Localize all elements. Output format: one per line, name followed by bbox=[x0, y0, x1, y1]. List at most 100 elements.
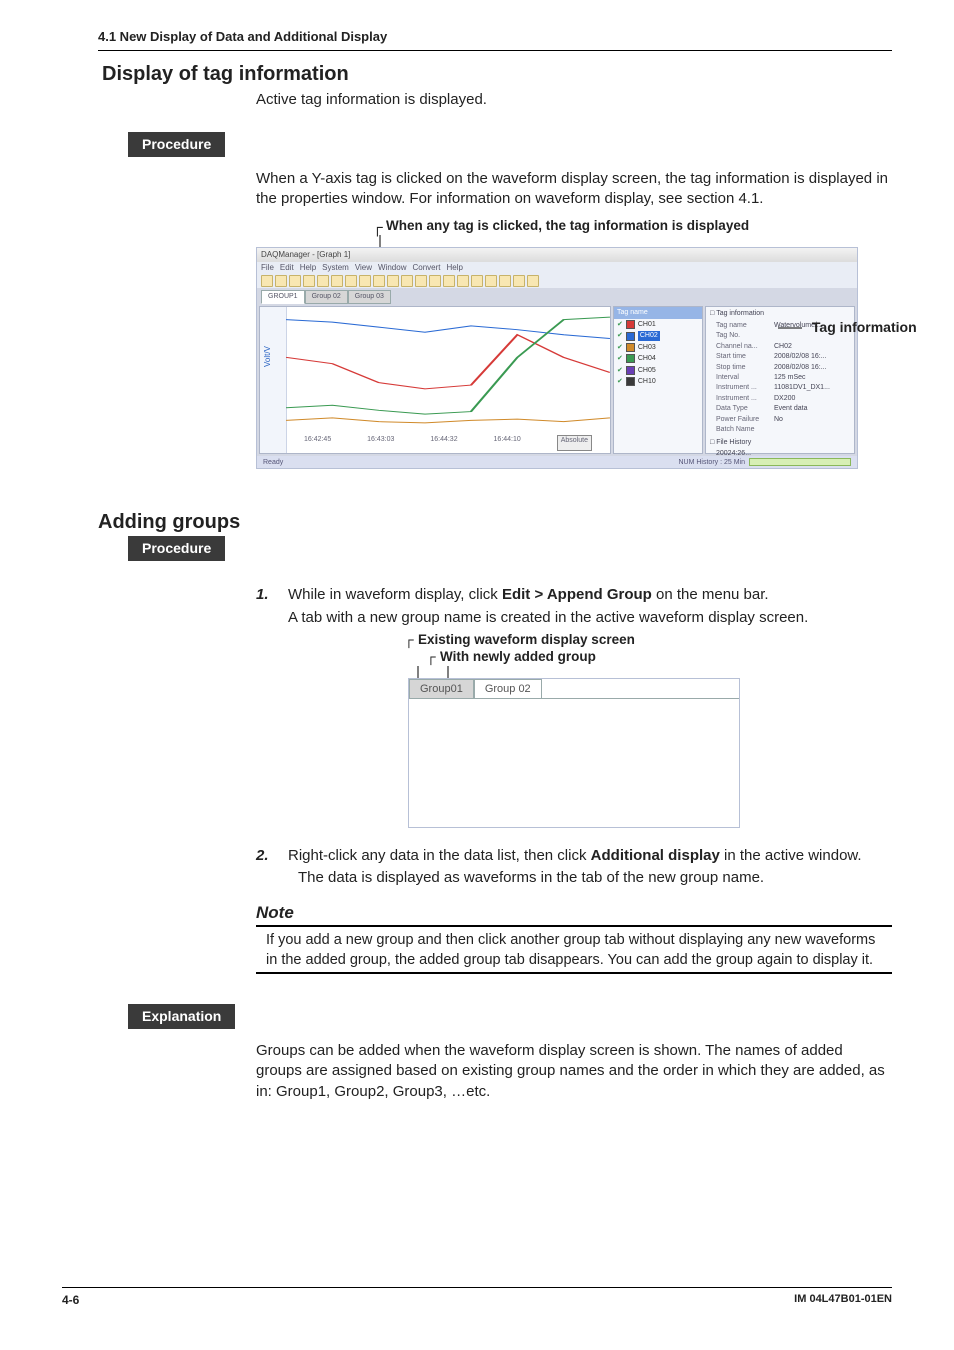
toolbar-button[interactable] bbox=[471, 275, 483, 287]
y-axis-label: Volt/V bbox=[263, 347, 274, 368]
group-tab-1[interactable]: GROUP1 bbox=[261, 290, 305, 303]
divider bbox=[256, 925, 892, 927]
toolbar-button[interactable] bbox=[317, 275, 329, 287]
divider bbox=[256, 972, 892, 974]
x-axis-ticks: 16:42:45 16:43:03 16:44:32 16:44:10 Abso… bbox=[286, 435, 610, 451]
channel-list-header: Tag name bbox=[614, 307, 702, 318]
x-tick: 16:42:45 bbox=[304, 435, 331, 451]
toolbar-button[interactable] bbox=[373, 275, 385, 287]
step-text: Right-click any data in the data list, t… bbox=[288, 847, 591, 864]
toolbar-button[interactable] bbox=[387, 275, 399, 287]
tag-info-row: Data TypeEvent data bbox=[706, 404, 854, 414]
toolbar-button[interactable] bbox=[331, 275, 343, 287]
tag-info-row: Stop time2008/02/08 16:... bbox=[706, 363, 854, 373]
x-tick: 16:44:10 bbox=[494, 435, 521, 451]
page-number: 4-6 bbox=[62, 1292, 79, 1308]
channel-row[interactable]: ✔CH04 bbox=[614, 353, 702, 364]
waveform-panel[interactable]: Volt/V 16:42:45 16:43:03 16:44:32 16:44:… bbox=[259, 306, 611, 454]
menu-edit[interactable]: Edit bbox=[280, 263, 294, 274]
tag-info-row: Power FailureNo bbox=[706, 415, 854, 425]
menu-bar[interactable]: File Edit Help System View Window Conver… bbox=[257, 262, 857, 274]
channel-row[interactable]: ✔CH02 bbox=[614, 330, 702, 341]
step-text: on the menu bar. bbox=[652, 586, 769, 603]
y-axis[interactable]: Volt/V bbox=[260, 307, 287, 453]
menu-view[interactable]: View bbox=[355, 263, 372, 274]
explanation-label: Explanation bbox=[128, 1004, 235, 1029]
step-text: While in waveform display, click bbox=[288, 586, 502, 603]
menu-convert[interactable]: Convert bbox=[412, 263, 440, 274]
toolbar-button[interactable] bbox=[359, 275, 371, 287]
toolbar-button[interactable] bbox=[401, 275, 413, 287]
plot-area[interactable] bbox=[286, 307, 610, 433]
status-left: Ready bbox=[263, 458, 283, 467]
group-tab-2[interactable]: Group 02 bbox=[305, 290, 348, 303]
fig2-caption-1: Existing waveform display screen bbox=[418, 632, 635, 647]
tag-info-row: Batch Name bbox=[706, 425, 854, 435]
toolbar-button[interactable] bbox=[457, 275, 469, 287]
toolbar-button[interactable] bbox=[415, 275, 427, 287]
step-menu-path: Edit > Append Group bbox=[502, 586, 652, 603]
channel-row[interactable]: ✔CH01 bbox=[614, 319, 702, 330]
toolbar-button[interactable] bbox=[527, 275, 539, 287]
toolbar-button[interactable] bbox=[513, 275, 525, 287]
doc-id: IM 04L47B01-01EN bbox=[794, 1292, 892, 1308]
x-tick: 16:44:32 bbox=[430, 435, 457, 451]
group-tab-3[interactable]: Group 03 bbox=[348, 290, 391, 303]
status-progress bbox=[749, 458, 851, 466]
fig1-screenshot: DAQManager - [Graph 1] File Edit Help Sy… bbox=[256, 247, 858, 469]
toolbar-button[interactable] bbox=[429, 275, 441, 287]
x-mode-button[interactable]: Absolute bbox=[557, 435, 592, 451]
step-number: 2. bbox=[256, 846, 274, 889]
toolbar-button[interactable] bbox=[261, 275, 273, 287]
step-subtext: A tab with a new group name is created i… bbox=[288, 608, 892, 628]
x-tick: 16:43:03 bbox=[367, 435, 394, 451]
step-number: 1. bbox=[256, 585, 274, 628]
status-right: NUM History : 25 Min bbox=[678, 458, 745, 467]
channel-list[interactable]: Tag name ✔CH01✔CH02✔CH03✔CH04✔CH05✔CH10 bbox=[613, 306, 703, 454]
step-text: in the active window. bbox=[720, 847, 862, 864]
menu-help2[interactable]: Help bbox=[446, 263, 462, 274]
fig2-tab-2[interactable]: Group 02 bbox=[474, 679, 542, 699]
divider bbox=[98, 50, 892, 51]
status-bar: Ready NUM History : 25 Min bbox=[257, 456, 857, 468]
step-2: 2. Right-click any data in the data list… bbox=[256, 846, 892, 889]
step-1: 1. While in waveform display, click Edit… bbox=[256, 585, 892, 628]
section-title-tag-info: Display of tag information bbox=[102, 61, 892, 88]
section-title-adding-groups: Adding groups bbox=[98, 509, 892, 536]
toolbar-button[interactable] bbox=[345, 275, 357, 287]
menu-file[interactable]: File bbox=[261, 263, 274, 274]
fig2-tabs[interactable]: Group01 Group 02 bbox=[409, 679, 542, 699]
toolbar-button[interactable] bbox=[303, 275, 315, 287]
fig1-caption: When any tag is clicked, the tag informa… bbox=[386, 217, 892, 235]
toolbar[interactable] bbox=[257, 274, 857, 288]
window-titlebar: DAQManager - [Graph 1] bbox=[257, 248, 857, 262]
channel-row[interactable]: ✔CH10 bbox=[614, 376, 702, 387]
toolbar-button[interactable] bbox=[443, 275, 455, 287]
menu-help[interactable]: Help bbox=[300, 263, 316, 274]
toolbar-button[interactable] bbox=[485, 275, 497, 287]
file-history-title: File History bbox=[716, 439, 751, 446]
fig2-tab-1[interactable]: Group01 bbox=[409, 679, 474, 699]
toolbar-button[interactable] bbox=[499, 275, 511, 287]
menu-window[interactable]: Window bbox=[378, 263, 406, 274]
step-subtext: The data is displayed as waveforms in th… bbox=[298, 868, 892, 888]
fig2-screenshot: Group01 Group 02 bbox=[408, 678, 740, 828]
menu-system[interactable]: System bbox=[322, 263, 349, 274]
procedure-label-2: Procedure bbox=[128, 536, 225, 561]
tag-info-title-text: Tag information bbox=[716, 310, 764, 317]
explanation-body: Groups can be added when the waveform di… bbox=[256, 1041, 892, 1102]
tag-info-row: Interval125 mSec bbox=[706, 373, 854, 383]
channel-row[interactable]: ✔CH03 bbox=[614, 342, 702, 353]
note-body: If you add a new group and then click an… bbox=[266, 931, 886, 970]
channel-row[interactable]: ✔CH05 bbox=[614, 365, 702, 376]
note-block: Note If you add a new group and then cli… bbox=[256, 902, 892, 974]
toolbar-button[interactable] bbox=[289, 275, 301, 287]
note-title: Note bbox=[256, 902, 892, 925]
callout-tag-information: Tag information bbox=[778, 318, 917, 337]
group-tabs[interactable]: GROUP1 Group 02 Group 03 bbox=[261, 290, 391, 303]
fig2-body bbox=[409, 698, 739, 827]
step-menu-path: Additional display bbox=[591, 847, 720, 864]
tag-info-row: Instrument ...DX200 bbox=[706, 394, 854, 404]
toolbar-button[interactable] bbox=[275, 275, 287, 287]
fig2-caption-2: With newly added group bbox=[440, 649, 596, 664]
